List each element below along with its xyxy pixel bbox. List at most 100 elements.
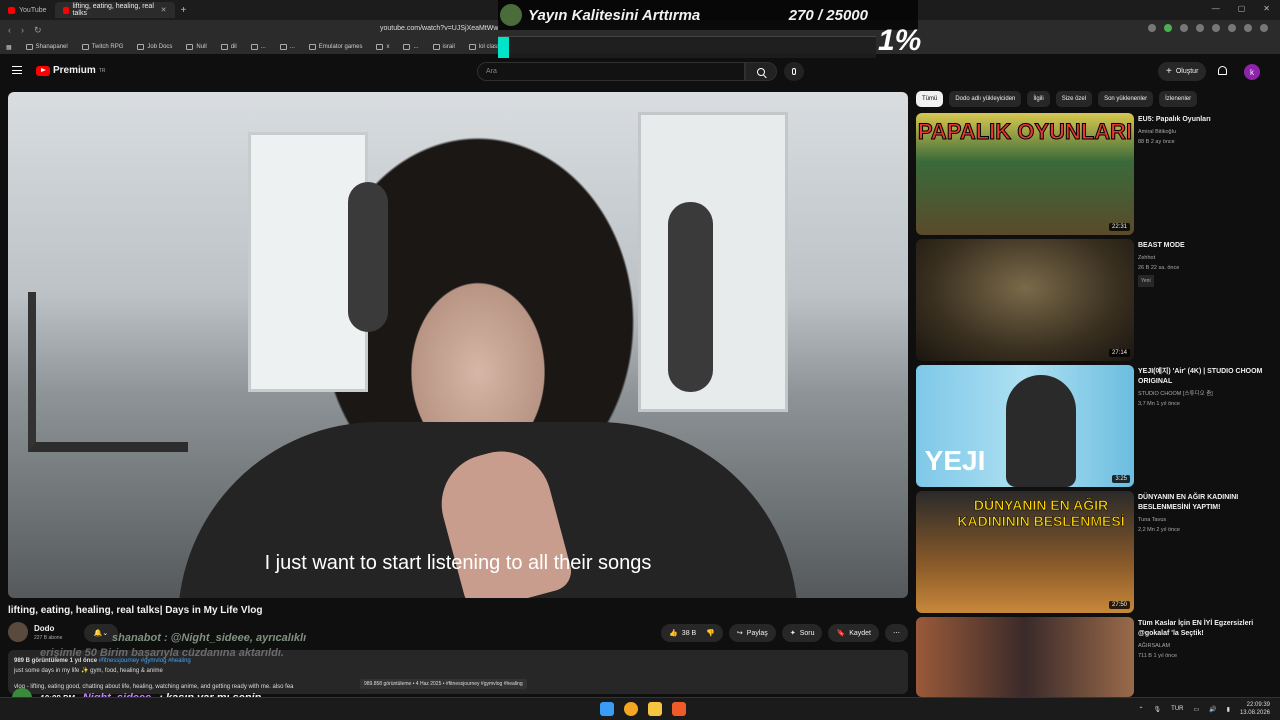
tab-youtube[interactable]: YouTube: [0, 2, 55, 18]
brave-browser-icon[interactable]: [672, 702, 686, 716]
bookmark-item[interactable]: israil: [432, 44, 455, 50]
notifications-bell-icon[interactable]: [1218, 66, 1227, 75]
chip-recent[interactable]: Son yüklenenler: [1098, 91, 1154, 107]
chat-message-bot: shanabot : @Night_sideee, ayrıcalıklı: [112, 632, 307, 644]
forward-icon[interactable]: ›: [21, 25, 24, 36]
save-button[interactable]: 🔖 Kaydet: [828, 624, 879, 642]
voice-search-button[interactable]: [784, 62, 804, 81]
minimize-icon[interactable]: —: [1212, 4, 1220, 13]
subscriber-count: 227 B abone: [34, 635, 63, 641]
reload-icon[interactable]: ↻: [34, 25, 42, 36]
chat-message-bot-cont: erişimle 50 Birim başarıyla cüzdanına ak…: [40, 647, 284, 659]
channel-avatar[interactable]: [8, 622, 28, 642]
account-avatar[interactable]: k: [1244, 64, 1260, 80]
recommendation-channel: Zehhot: [1138, 255, 1156, 261]
extension-icon[interactable]: [1228, 24, 1236, 32]
extension-icon[interactable]: [1164, 24, 1172, 32]
menu-icon[interactable]: [12, 66, 22, 74]
folder-icon: [250, 44, 258, 50]
bookmark-icon: 🔖: [836, 630, 846, 637]
recommendation-item[interactable]: DÜNYANIN EN AĞIR KADINININ BESLENMESİ 27…: [916, 491, 1276, 613]
like-button[interactable]: 👍 38 B 👎: [661, 624, 723, 642]
recommendation-thumbnail[interactable]: DÜNYANIN EN AĞIR KADINININ BESLENMESİ 27…: [916, 491, 1134, 613]
tab-label: YouTube: [19, 6, 47, 14]
maximize-icon[interactable]: ▢: [1238, 4, 1246, 13]
chevron-up-icon[interactable]: ⌃: [1139, 706, 1144, 713]
video-caption: I just want to start listening to all th…: [264, 552, 652, 574]
tab-video[interactable]: lifting, eating, healing, real talks ✕: [54, 2, 175, 18]
extension-icon[interactable]: [1148, 24, 1156, 32]
stream-goal-banner: Yayın Kalitesini Arttırma 270 / 25000: [498, 0, 918, 30]
recommendation-meta: 2,2 Mn 2 yıl önce: [1138, 527, 1180, 533]
windows-start-icon[interactable]: [600, 702, 614, 716]
recommendation-thumbnail[interactable]: YEJI 3:25: [916, 365, 1134, 487]
recommendation-thumbnail[interactable]: [916, 617, 1134, 697]
volume-icon[interactable]: 🔊: [1209, 706, 1216, 713]
recommendation-channel: Amiral Bitikoğlu: [1138, 129, 1176, 135]
create-button[interactable]: + Oluştur: [1158, 62, 1207, 81]
folder-icon: [403, 44, 411, 50]
chip-for-you[interactable]: Size özel: [1055, 91, 1093, 107]
close-tab-icon[interactable]: ✕: [161, 6, 167, 14]
description-tooltip: 989.858 görüntüleme • 4 Haz 2025 • #fitn…: [360, 679, 527, 689]
extension-icon[interactable]: [1212, 24, 1220, 32]
youtube-logo[interactable]: Premium TR: [36, 65, 105, 76]
folder-icon: [279, 44, 287, 50]
recommendation-thumbnail[interactable]: PAPALIK OYUNLARI 22:31: [916, 113, 1134, 235]
bookmark-item[interactable]: x: [376, 44, 389, 50]
apps-icon[interactable]: ▦: [6, 44, 12, 51]
recommendation-item[interactable]: Tüm Kaslar İçin EN İYİ Egzersizleri @gok…: [916, 617, 1276, 697]
recommendation-meta: 88 B 2 ay önce: [1138, 139, 1175, 145]
bookmark-item[interactable]: Null: [186, 44, 207, 50]
extension-icon[interactable]: [1196, 24, 1204, 32]
search-input[interactable]: Ara: [477, 62, 745, 81]
chip-watched[interactable]: İzlenenler: [1159, 91, 1198, 107]
like-count: 38 B: [681, 629, 697, 637]
network-icon[interactable]: ▭: [1194, 706, 1200, 713]
recommendation-item[interactable]: PAPALIK OYUNLARI 22:31 EU5: Papalık Oyun…: [916, 113, 1276, 235]
ask-button[interactable]: ✦ Soru: [781, 624, 823, 642]
recommendation-item[interactable]: 27:14 BEAST MODE Zehhot 26 B 22 sa. önce…: [916, 239, 1276, 361]
thumbs-down-icon[interactable]: 👎: [706, 629, 715, 637]
search-icon: [757, 67, 765, 76]
file-explorer-icon[interactable]: [648, 702, 662, 716]
bookmark-item[interactable]: ...: [250, 44, 266, 50]
extension-icon[interactable]: [1260, 24, 1268, 32]
bookmark-item[interactable]: ...: [403, 44, 419, 50]
chip-all[interactable]: Tümü: [916, 91, 944, 107]
bookmark-item[interactable]: Job Docs: [137, 44, 172, 50]
bookmark-item[interactable]: Shanapanel: [25, 44, 68, 50]
recommendation-item[interactable]: YEJI 3:25 YEJI(예지) 'Air' (4K) | STUDIO C…: [916, 365, 1276, 487]
chip-from-uploader[interactable]: Dodo adlı yükleyiciden: [949, 91, 1022, 107]
thumbnail-text: YEJI: [924, 445, 986, 476]
bookmark-item[interactable]: Twitch RPG: [81, 44, 123, 50]
new-tab-button[interactable]: +: [181, 5, 187, 16]
share-icon: ↪: [736, 630, 743, 637]
bookmark-item[interactable]: dil: [220, 44, 237, 50]
extension-icon[interactable]: [1180, 24, 1188, 32]
search-icon[interactable]: [624, 702, 638, 716]
more-actions-button[interactable]: ⋯: [885, 624, 908, 642]
bookmark-item[interactable]: Emulator games: [308, 44, 362, 50]
recommendation-title: BEAST MODE: [1138, 242, 1185, 249]
url-field[interactable]: youtube.com/watch?v=UJSjXeaMtWw: [380, 25, 498, 32]
recommendation-thumbnail[interactable]: 27:14: [916, 239, 1134, 361]
system-tray: ⌃ 🎙 TUR ▭ 🔊 ▮ 22:09:39 13.08.2026: [1139, 701, 1271, 717]
clock[interactable]: 22:09:39 13.08.2026: [1240, 701, 1270, 717]
bookmark-item[interactable]: ...: [279, 44, 295, 50]
duration-badge: 3:25: [1112, 475, 1130, 483]
extension-icon[interactable]: [1244, 24, 1252, 32]
battery-icon[interactable]: ▮: [1227, 706, 1230, 713]
window-controls: — ▢ ✕: [1212, 4, 1270, 13]
back-icon[interactable]: ‹: [8, 25, 11, 36]
share-button[interactable]: ↪ Paylaş: [728, 624, 776, 642]
channel-name[interactable]: Dodo: [34, 624, 54, 633]
video-player[interactable]: I just want to start listening to all th…: [8, 92, 908, 598]
search-button[interactable]: [745, 62, 777, 81]
language-indicator[interactable]: TUR: [1171, 706, 1183, 712]
video-actions: 👍 38 B 👎 ↪ Paylaş ✦ Soru 🔖 Kaydet ⋯: [661, 624, 908, 642]
recommendation-meta: 711 B 1 yıl önce: [1138, 653, 1178, 659]
chip-related[interactable]: İlgili: [1027, 91, 1050, 107]
microphone-icon[interactable]: 🎙: [1154, 706, 1162, 713]
close-window-icon[interactable]: ✕: [1263, 4, 1270, 13]
